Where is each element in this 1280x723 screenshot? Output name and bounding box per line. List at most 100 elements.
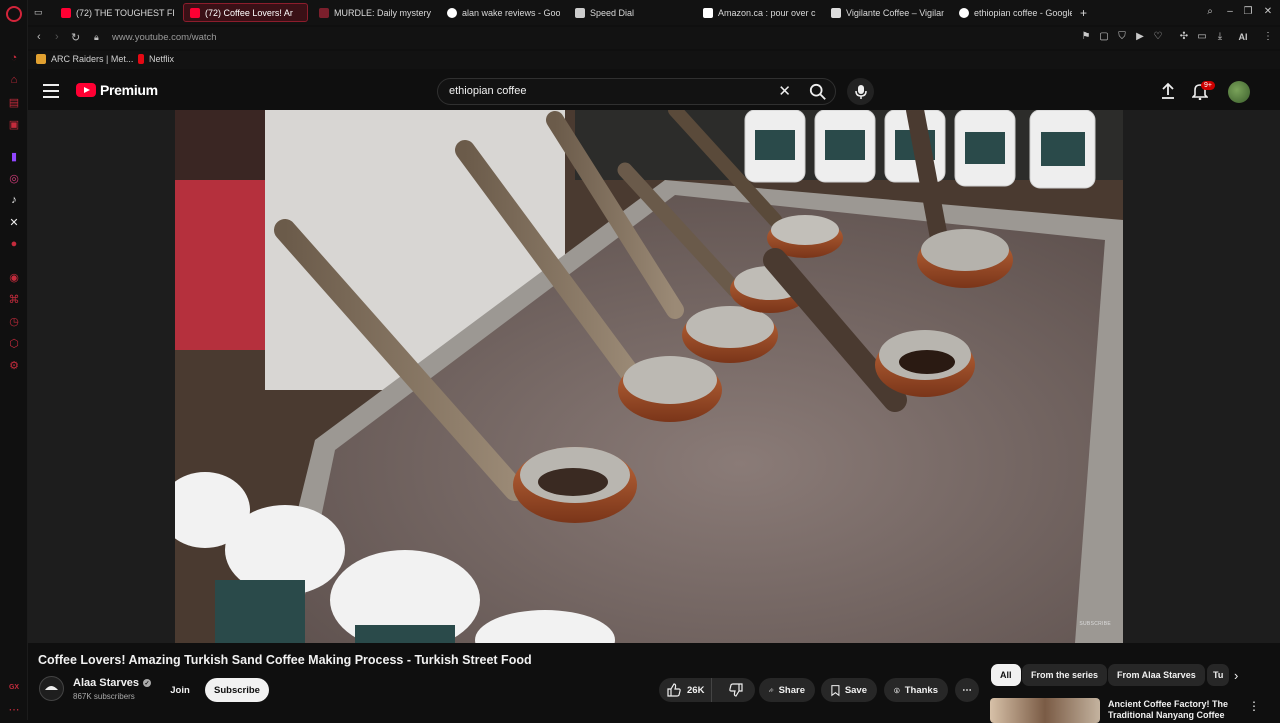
bookmark-icon[interactable]: ⚑: [1080, 31, 1092, 43]
gx-control-icon[interactable]: ⬡: [7, 336, 21, 350]
menu-icon[interactable]: ⋮: [1262, 31, 1274, 43]
youtube-play-icon: [76, 83, 96, 97]
like-count: 26K: [687, 684, 705, 696]
messenger-icon[interactable]: ▣: [7, 117, 21, 131]
video-player[interactable]: SUBSCRIBE: [28, 110, 1280, 643]
tab-0[interactable]: (72) THE TOUGHEST FRY: [55, 3, 180, 22]
video-title: Coffee Lovers! Amazing Turkish Sand Coff…: [38, 653, 532, 667]
bookmark-netflix[interactable]: Netflix: [138, 54, 174, 64]
browser-sidebar: ◔ ⌂ ▤ ▣ ▮ ◎ ♪ ✕ ● ◉ ⌘ ◷ ⬡ ⚙ GX ⋯: [0, 0, 28, 720]
netflix-favicon-icon: [138, 54, 144, 64]
twitch-sidebar-icon[interactable]: ▤: [7, 95, 21, 109]
video-frame[interactable]: SUBSCRIBE: [175, 110, 1123, 643]
wallet-icon[interactable]: ▭: [1196, 31, 1208, 43]
player-toggle-icon[interactable]: ▶: [1134, 31, 1146, 43]
save-label: Save: [844, 684, 867, 696]
like-dislike-group: 26K: [659, 678, 755, 702]
tab-5[interactable]: Amazon.ca : pour over c: [697, 3, 822, 22]
recommendation-thumbnail[interactable]: [990, 698, 1100, 723]
address-bar: ‹ › ↻ 🔒︎ www.youtube.com/watch ⚑ ▢ ⛉ ▶ ♡…: [28, 27, 1280, 49]
twitch-icon[interactable]: ▮: [7, 149, 21, 163]
reload-icon[interactable]: ↻: [71, 31, 80, 44]
recommendation-menu-icon[interactable]: ⋮: [1248, 699, 1260, 713]
subscribe-watermark[interactable]: SUBSCRIBE: [1079, 621, 1111, 627]
search-box[interactable]: ethiopian coffee ✕: [437, 78, 836, 105]
channel-avatar[interactable]: [39, 676, 64, 701]
tab-7[interactable]: ethiopian coffee - Google: [953, 3, 1078, 22]
lock-icon: 🔒︎: [94, 32, 99, 42]
shield-icon[interactable]: ⛉: [1116, 31, 1128, 43]
voice-search-icon[interactable]: [847, 78, 874, 105]
url-field[interactable]: www.youtube.com/watch: [112, 32, 217, 43]
speed-dial-favicon-icon: [575, 7, 585, 18]
thanks-button[interactable]: $ Thanks: [884, 678, 948, 702]
share-label: Share: [778, 684, 805, 696]
tab-workspaces-icon[interactable]: ▭: [34, 3, 50, 22]
minimize-icon[interactable]: –: [1224, 6, 1236, 18]
extensions-icon[interactable]: ⌘: [7, 292, 21, 306]
chevron-right-icon[interactable]: ›: [1234, 668, 1238, 683]
speed-dial-icon[interactable]: ◔: [7, 51, 21, 65]
clear-search-icon[interactable]: ✕: [778, 82, 791, 100]
youtube-favicon-icon: [190, 7, 200, 18]
save-button[interactable]: Save: [821, 678, 877, 702]
youtube-logo[interactable]: Premium: [76, 82, 158, 98]
extensions-puzzle-icon[interactable]: ✣: [1178, 31, 1190, 43]
share-icon: [769, 687, 774, 693]
restore-icon[interactable]: ❐: [1242, 6, 1254, 18]
recommendation-title[interactable]: Ancient Coffee Factory! The Traditional …: [1108, 699, 1233, 720]
settings-icon[interactable]: ⚙: [7, 358, 21, 372]
player-icon[interactable]: ◉: [7, 270, 21, 284]
heart-icon[interactable]: ♡: [1152, 31, 1164, 43]
download-icon[interactable]: ⤓: [1214, 31, 1226, 43]
subscribe-button[interactable]: Subscribe: [205, 678, 269, 702]
thanks-dollar-icon: $: [894, 687, 900, 693]
gx-corner-icon[interactable]: ⌂: [7, 73, 21, 87]
tab-2[interactable]: MURDLE: Daily mystery p: [313, 3, 438, 22]
forward-icon[interactable]: ›: [55, 31, 59, 43]
search-tabs-icon[interactable]: ⌕: [1204, 6, 1216, 18]
channel-name-label: Alaa Starves: [73, 677, 140, 689]
verified-icon: ✓: [143, 679, 152, 687]
music-icon[interactable]: ●: [7, 237, 21, 251]
upload-icon[interactable]: [1160, 82, 1176, 100]
chip-from-channel[interactable]: From Alaa Starves: [1108, 664, 1205, 686]
search-icon[interactable]: [809, 83, 827, 101]
tab-1[interactable]: (72) Coffee Lovers! Ar: [183, 3, 308, 22]
bookmark-arc-raiders[interactable]: ARC Raiders | Met...: [36, 54, 133, 64]
x-icon[interactable]: ✕: [7, 215, 21, 229]
channel-name[interactable]: Alaa Starves ✓: [73, 677, 152, 689]
back-icon[interactable]: ‹: [37, 31, 41, 43]
tab-label: Vigilante Coffee – Vigilant: [846, 7, 944, 18]
gx-badge-icon[interactable]: GX: [7, 680, 21, 694]
thanks-label: Thanks: [904, 684, 938, 696]
chip-from-series[interactable]: From the series: [1022, 664, 1108, 686]
tab-4[interactable]: Speed Dial: [569, 3, 694, 22]
opera-logo-icon[interactable]: [6, 6, 22, 22]
like-button[interactable]: 26K: [659, 678, 713, 702]
share-button[interactable]: Share: [759, 678, 815, 702]
search-input[interactable]: ethiopian coffee: [449, 85, 526, 97]
tab-6[interactable]: Vigilante Coffee – Vigilant: [825, 3, 950, 22]
snapshot-icon[interactable]: ▢: [1098, 31, 1110, 43]
chip-all[interactable]: All: [991, 664, 1021, 686]
close-window-icon[interactable]: ✕: [1262, 6, 1274, 18]
join-button[interactable]: Join: [166, 678, 194, 702]
tab-label: (72) THE TOUGHEST FRY: [76, 7, 174, 18]
new-tab-button[interactable]: +: [1080, 3, 1096, 22]
chip-tu[interactable]: Tu: [1207, 664, 1229, 686]
instagram-icon[interactable]: ◎: [7, 171, 21, 185]
tiktok-icon[interactable]: ♪: [7, 193, 21, 207]
tab-3[interactable]: alan wake reviews - Goog: [441, 3, 566, 22]
bookmark-label: ARC Raiders | Met...: [51, 54, 134, 64]
dislike-button[interactable]: [717, 678, 755, 702]
account-avatar[interactable]: [1228, 81, 1250, 103]
murdle-favicon-icon: [319, 7, 329, 18]
history-icon[interactable]: ◷: [7, 314, 21, 328]
more-actions-icon[interactable]: ⋯: [955, 678, 979, 702]
tab-label: (72) Coffee Lovers! Ar: [205, 7, 293, 18]
more-icon[interactable]: ⋯: [7, 702, 21, 716]
guide-menu-icon[interactable]: [43, 84, 59, 98]
aria-ai-button[interactable]: AI: [1232, 31, 1254, 43]
tab-label: Speed Dial: [590, 7, 635, 18]
